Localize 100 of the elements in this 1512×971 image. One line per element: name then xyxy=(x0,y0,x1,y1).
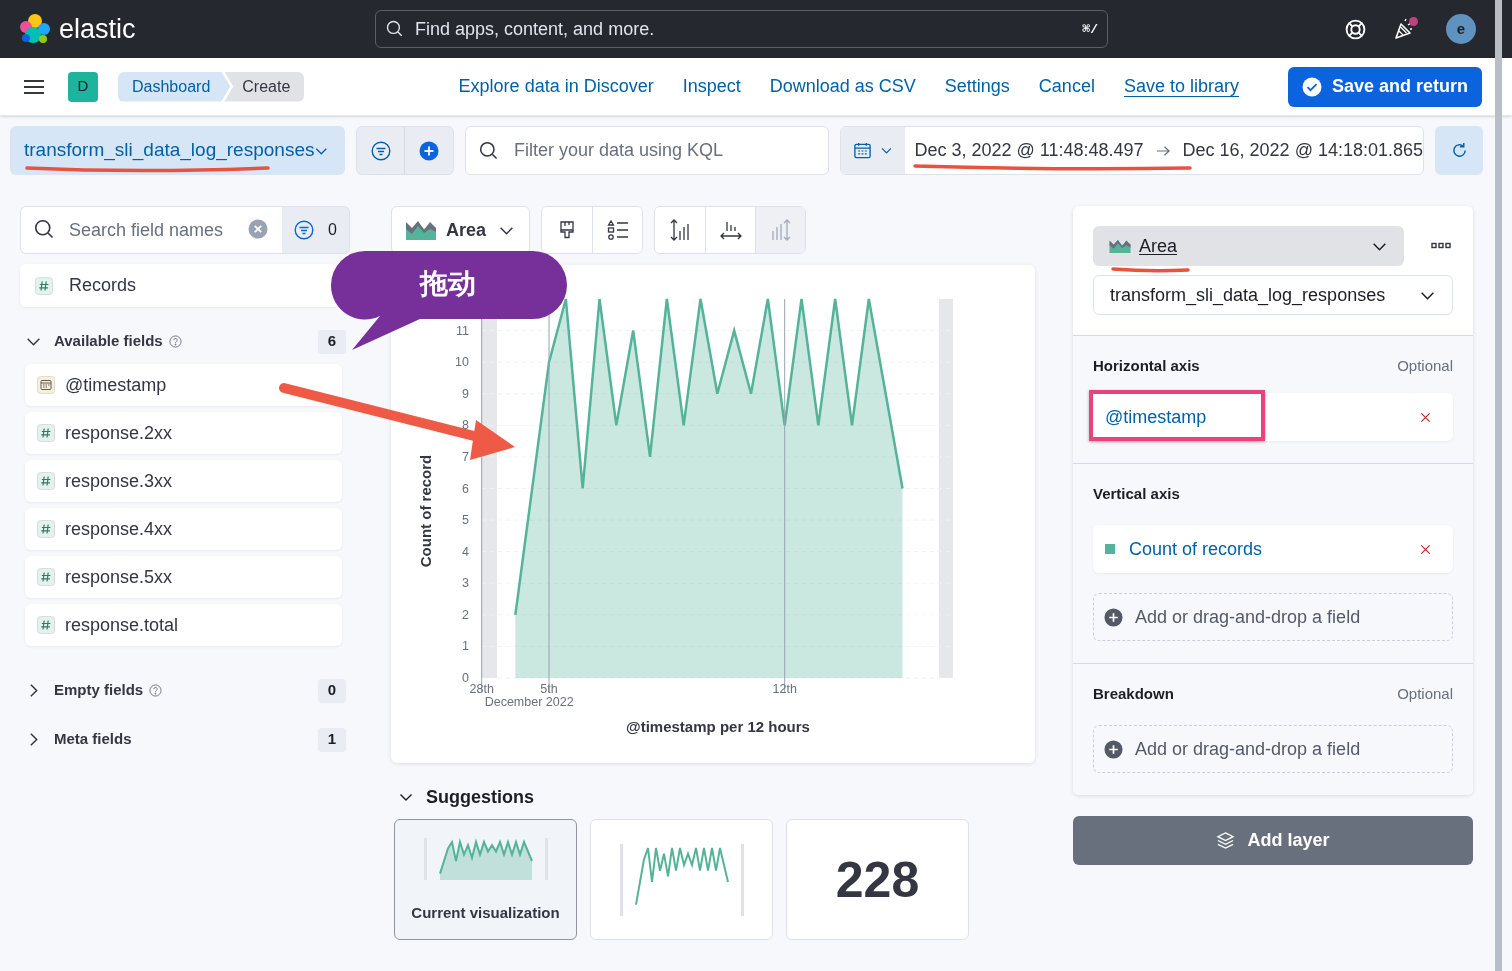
section-title: Horizontal axis xyxy=(1093,355,1200,376)
start-date[interactable]: Dec 3, 2022 @ 11:48:48.497 xyxy=(914,137,1144,164)
hash-icon xyxy=(35,276,53,295)
logo-icon[interactable] xyxy=(18,12,52,46)
hash-icon xyxy=(37,616,55,634)
axis-title: Count of record xyxy=(417,454,434,568)
axis-tick-label: 4 xyxy=(462,544,469,559)
axis-tick-label: 6 xyxy=(462,481,469,496)
toolbar-link[interactable]: Inspect xyxy=(682,73,741,100)
suggestion-tile[interactable] xyxy=(590,819,773,940)
user-avatar[interactable]: e xyxy=(1446,14,1476,44)
axis-tick-label: 1 xyxy=(462,639,469,654)
plus-icon xyxy=(419,140,439,161)
suggestion-tile[interactable]: 228 xyxy=(786,819,969,940)
breadcrumb: Create xyxy=(224,71,305,102)
axis-tick-label: 28th xyxy=(469,682,494,696)
axis-tick-label: 5 xyxy=(462,513,469,528)
optional-label: Optional xyxy=(1397,683,1453,704)
count-badge: 0 xyxy=(318,678,346,703)
add-field-button[interactable]: Add or drag-and-drop a field xyxy=(1093,725,1453,773)
group-toggle[interactable]: Meta fields xyxy=(20,728,132,751)
field-item[interactable]: response.3xx xyxy=(25,460,342,502)
remove-button[interactable] xyxy=(1420,543,1431,555)
area-chart-icon xyxy=(1109,239,1131,253)
metric-value: 228 xyxy=(835,854,920,905)
calendar-icon xyxy=(37,376,55,394)
plus-icon xyxy=(1104,739,1123,759)
space-avatar[interactable]: D xyxy=(68,71,98,102)
bottom-axis-icon xyxy=(718,219,743,241)
data-view-button[interactable]: transform_sli_data_log_responses xyxy=(10,126,345,175)
more-icon xyxy=(1431,242,1451,250)
layer-chart-type-dropdown[interactable]: Area xyxy=(1093,226,1404,266)
filter-icon xyxy=(370,140,391,161)
axis-tick-label: 2 xyxy=(462,607,469,622)
layers-icon xyxy=(1216,831,1236,850)
suggestions-toggle[interactable]: Suggestions xyxy=(391,785,1035,809)
axis-title: @timestamp per 12 hours xyxy=(626,718,810,735)
group-toggle[interactable]: Empty fields xyxy=(20,679,144,702)
field-item[interactable]: response.5xx xyxy=(25,556,342,598)
field-item[interactable]: Records xyxy=(20,264,340,307)
section-title: Breakdown xyxy=(1093,683,1174,704)
hash-icon xyxy=(37,520,55,538)
count-badge: 6 xyxy=(318,329,346,354)
toolbar-link[interactable]: Download as CSV xyxy=(769,73,916,100)
count-badge: 1 xyxy=(318,727,346,752)
breadcrumb[interactable]: Dashboard xyxy=(118,71,231,102)
end-date[interactable]: Dec 16, 2022 @ 14:18:01.865 xyxy=(1182,137,1423,164)
right-axis-icon xyxy=(769,218,792,242)
plus-icon xyxy=(1104,607,1123,627)
field-item[interactable]: response.2xx xyxy=(25,412,342,454)
axis-caption: December 2022 xyxy=(484,695,574,709)
close-icon xyxy=(1420,543,1431,555)
remove-button[interactable] xyxy=(1420,411,1431,423)
axis-tick-label: 5th xyxy=(540,682,558,696)
save-and-return-button[interactable]: Save and return xyxy=(1287,66,1482,107)
left-axis-icon xyxy=(669,218,691,242)
hash-icon xyxy=(37,424,55,442)
calendar-icon xyxy=(853,141,873,160)
toolbar-link[interactable]: Settings xyxy=(944,73,1010,100)
axis-tick-label: 7 xyxy=(462,449,469,464)
more-actions-button[interactable] xyxy=(1431,242,1451,250)
chart-type-dropdown[interactable]: Area xyxy=(391,206,530,254)
axis-tick-label: 12th xyxy=(772,682,797,696)
toolbar-link[interactable]: Save to library xyxy=(1123,73,1239,100)
search-icon xyxy=(386,20,403,37)
menu-icon[interactable] xyxy=(24,78,44,95)
axis-tick-label: 3 xyxy=(462,576,469,591)
area-chart-icon xyxy=(406,220,436,240)
axis-tick-label: 8 xyxy=(462,418,469,433)
field-item[interactable]: @timestamp xyxy=(25,364,342,406)
legend-settings-button[interactable] xyxy=(592,207,642,253)
hash-icon xyxy=(37,568,55,586)
axis-tick-label: 0 xyxy=(462,671,469,685)
hash-icon xyxy=(37,472,55,490)
search-icon xyxy=(479,141,498,160)
suggestion-tile[interactable]: Current visualization xyxy=(394,819,577,940)
scrollbar[interactable] xyxy=(1495,0,1502,971)
callout-text: 拖动 xyxy=(420,267,476,301)
close-icon xyxy=(1420,411,1431,423)
arrow-right-icon xyxy=(1155,144,1171,157)
toolbar-link[interactable]: Cancel xyxy=(1038,73,1095,100)
field-item[interactable]: response.total xyxy=(25,604,342,646)
axis-tick-label: 10 xyxy=(455,355,469,370)
field-item[interactable]: response.4xx xyxy=(25,508,342,550)
group-toggle[interactable]: Available fields xyxy=(20,330,163,353)
brand-name[interactable]: elastic xyxy=(59,15,136,43)
legend-icon xyxy=(606,220,629,240)
toolbar-link[interactable]: Explore data in Discover xyxy=(458,73,654,100)
query-field[interactable]: Filter your data using KQL xyxy=(465,126,829,175)
shortcut-hint: ⌘/ xyxy=(1082,21,1098,39)
data-view-dropdown[interactable]: transform_sli_data_log_responses xyxy=(1093,275,1453,315)
check-icon xyxy=(1301,76,1322,97)
add-layer-button[interactable]: Add layer xyxy=(1073,816,1473,865)
add-field-button[interactable]: Add or drag-and-drop a field xyxy=(1093,593,1453,641)
optional-label: Optional xyxy=(1397,355,1453,376)
dimension-item[interactable]: Count of records xyxy=(1093,525,1453,573)
axis-tick-label: 11 xyxy=(456,323,469,338)
section-title: Vertical axis xyxy=(1093,483,1180,504)
date-quick-menu-button[interactable] xyxy=(841,127,906,174)
brush-icon xyxy=(559,221,575,239)
